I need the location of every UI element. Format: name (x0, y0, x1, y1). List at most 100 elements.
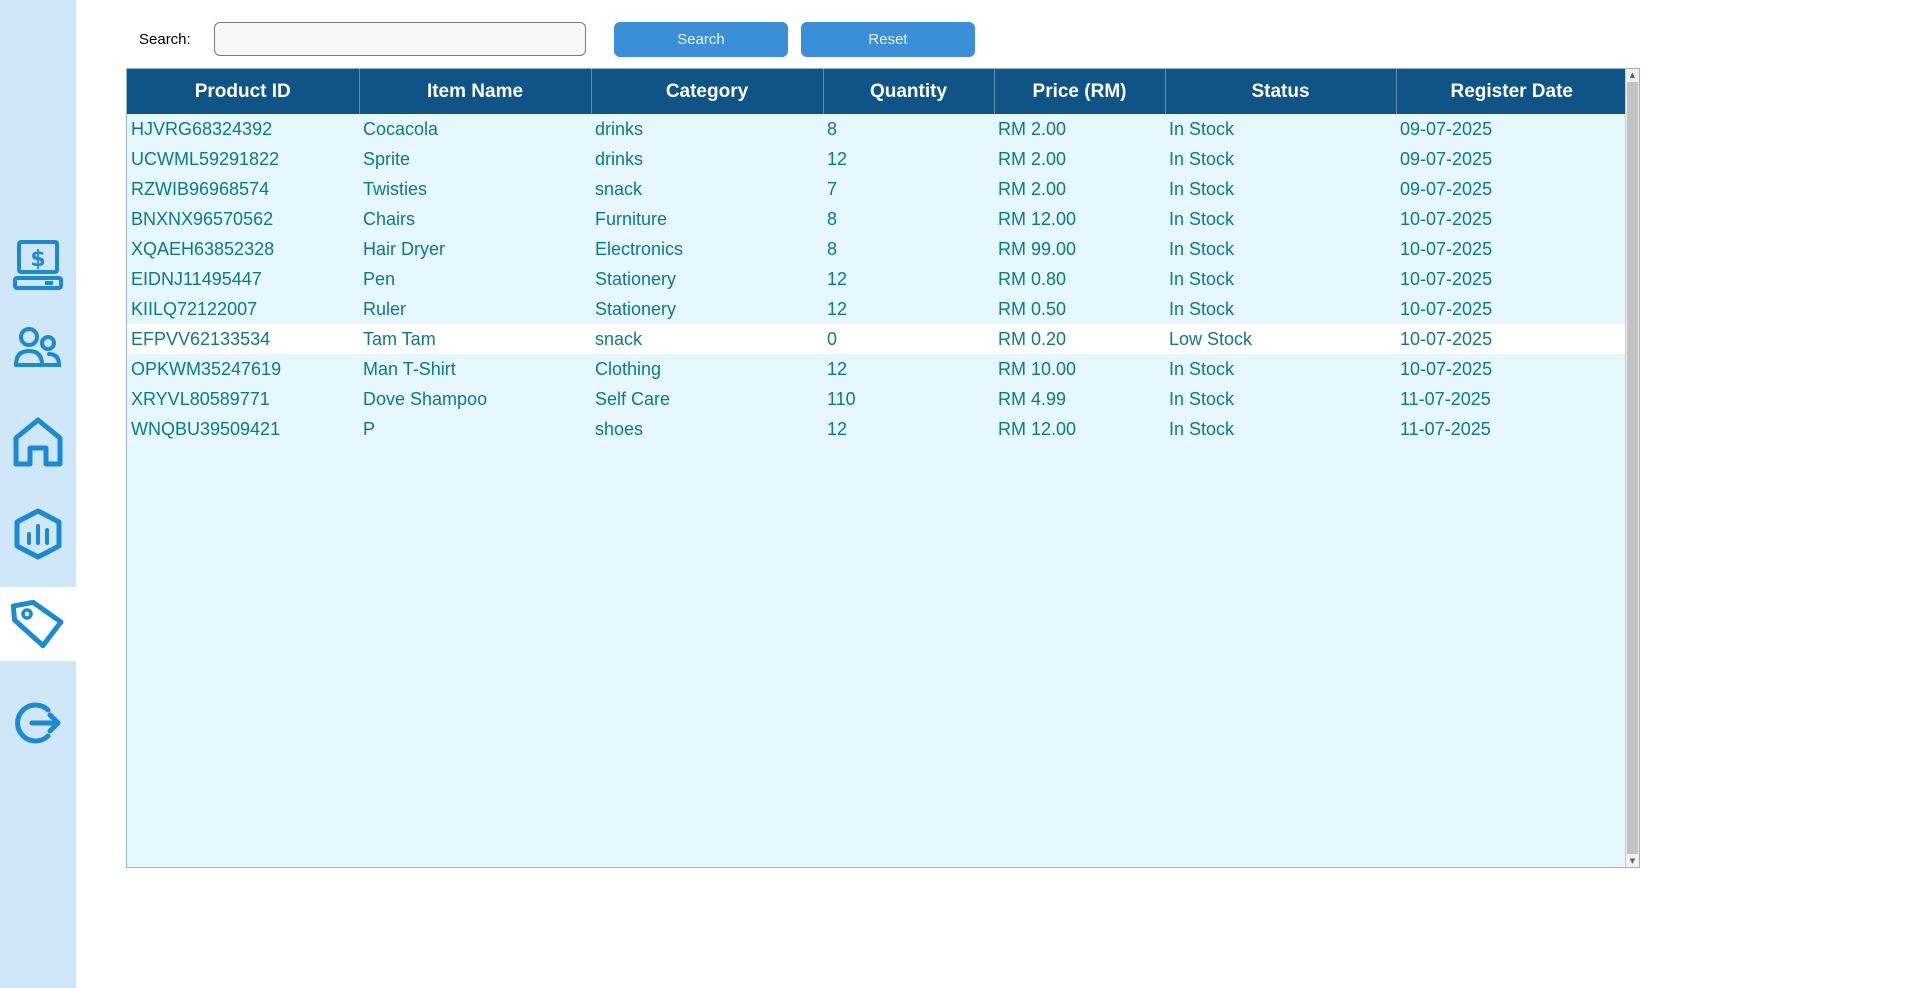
table-row[interactable]: KIILQ72122007 Ruler Stationery 12 RM 0.50 In … (127, 294, 1627, 324)
table-cell: 11-07-2025 (1400, 388, 1491, 409)
table-cell: EIDNJ11495447 (131, 268, 262, 289)
table-cell: In Stock (1169, 118, 1235, 139)
table-cell: drinks (595, 148, 644, 169)
nav-home[interactable] (0, 405, 76, 479)
table-cell: Low Stock (1165, 324, 1396, 354)
table-cell: Chairs (363, 208, 416, 229)
table-cell: RM 2.00 (998, 118, 1067, 139)
table-cell: 10-07-2025 (1396, 324, 1627, 354)
column-header[interactable]: Quantity (823, 69, 995, 114)
table-cell: In Stock (1169, 358, 1235, 379)
table-row[interactable]: RZWIB96968574 Twisties snack 7 RM 2.00 In Sto… (127, 174, 1627, 204)
table-cell: 12 (827, 418, 848, 439)
table-cell: Cocacola (363, 118, 439, 139)
table-cell: Man T-Shirt (363, 358, 456, 379)
table-cell: RZWIB96968574 (131, 178, 270, 199)
nav-reports[interactable] (0, 497, 76, 571)
nav-cashier[interactable]: $ (0, 229, 76, 303)
table-header: Product ID Item Name Category Quantity Price… (127, 69, 1627, 114)
table-cell: EFPVV62133534 (127, 324, 359, 354)
table-cell: RM 12.00 (998, 418, 1077, 439)
search-input[interactable] (214, 22, 586, 56)
table-cell: 12 (827, 358, 848, 379)
product-tag-icon (11, 600, 65, 648)
table-cell: RM 4.99 (998, 388, 1067, 409)
table-row[interactable]: XRYVL80589771 Dove Shampoo Self Care 110 RM … (127, 384, 1627, 414)
table-cell: In Stock (1169, 208, 1235, 229)
table-cell: 09-07-2025 (1400, 118, 1493, 139)
table-cell: RM 0.80 (998, 268, 1067, 289)
table-row[interactable]: EFPVV62133534 Tam Tam snack 0 RM 0.20 Low Sto… (127, 324, 1627, 354)
table-cell: Twisties (363, 178, 428, 199)
cashier-icon: $ (13, 240, 63, 292)
table-cell: 8 (827, 118, 838, 139)
table-cell: P (363, 418, 376, 439)
search-label: Search: (139, 31, 191, 48)
table-cell: Self Care (595, 388, 671, 409)
reset-button[interactable]: Reset (801, 22, 975, 57)
column-header[interactable]: Category (591, 69, 824, 114)
table-cell: 10-07-2025 (1400, 358, 1493, 379)
table-cell: Ruler (363, 298, 407, 319)
table-cell: 0 (823, 324, 994, 354)
table-cell: RM 99.00 (998, 238, 1077, 259)
table-body: HJVRG68324392 Cocacola drinks 8 RM 2.00 In St… (127, 114, 1627, 444)
table-cell: HJVRG68324392 (131, 118, 273, 139)
table-cell: RM 0.50 (998, 298, 1067, 319)
table-cell: snack (595, 178, 643, 199)
nav-products[interactable] (0, 587, 76, 661)
table-cell: 10-07-2025 (1400, 298, 1493, 319)
table-row[interactable]: XQAEH63852328 Hair Dryer Electronics 8 RM 99… (127, 234, 1627, 264)
table-cell: UCWML59291822 (131, 148, 280, 169)
table-cell: Electronics (595, 238, 684, 259)
table-cell: Stationery (595, 298, 677, 319)
table-cell: In Stock (1169, 148, 1235, 169)
table-cell: Hair Dryer (363, 238, 446, 259)
table-row[interactable]: UCWML59291822 Sprite drinks 12 RM 2.00 In Sto… (127, 144, 1627, 174)
nav-users[interactable] (0, 310, 76, 384)
table-cell: Stationery (595, 268, 677, 289)
table-cell: Dove Shampoo (363, 388, 488, 409)
table-cell: RM 2.00 (998, 178, 1067, 199)
report-chart-icon (12, 508, 64, 560)
table-cell: 110 (827, 388, 856, 409)
search-button[interactable]: Search (614, 22, 788, 57)
table-cell: 8 (827, 238, 838, 259)
product-grid: Product ID Item Name Category Quantity Price… (127, 69, 1627, 444)
table-cell: 09-07-2025 (1400, 148, 1493, 169)
table-cell: Furniture (595, 208, 668, 229)
table-cell: 12 (827, 148, 848, 169)
table-cell: 09-07-2025 (1400, 178, 1493, 199)
table-cell: snack (591, 324, 823, 354)
table-row[interactable]: WNQBU39509421 Pshoes 12 RM 12.00 In Stock 11-… (127, 414, 1627, 444)
svg-text:$: $ (30, 247, 45, 272)
table-cell: shoes (595, 418, 644, 439)
table-cell: RM 2.00 (998, 148, 1067, 169)
users-icon (13, 325, 63, 369)
scroll-up-arrow-icon[interactable]: ▲ (1626, 69, 1639, 81)
column-header[interactable]: Product ID (127, 69, 360, 114)
scroll-thumb[interactable] (1627, 82, 1638, 854)
table-cell: In Stock (1169, 268, 1235, 289)
table-cell: 12 (827, 268, 848, 289)
nav-logout[interactable] (0, 686, 76, 760)
table-row[interactable]: HJVRG68324392 Cocacola drinks 8 RM 2.00 In St… (127, 114, 1627, 144)
column-header[interactable]: Item Name (359, 69, 592, 114)
table-cell: In Stock (1169, 388, 1235, 409)
table-cell: OPKWM35247619 (131, 358, 282, 379)
column-header[interactable]: Register Date (1396, 69, 1627, 114)
table-cell: Tam Tam (359, 324, 591, 354)
table-row[interactable]: OPKWM35247619 Man T-Shirt Clothing 12 RM 10.… (127, 354, 1627, 384)
table-cell: BNXNX96570562 (131, 208, 274, 229)
table-scrollbar[interactable]: ▲ ▼ (1625, 69, 1639, 867)
column-header[interactable]: Status (1165, 69, 1397, 114)
home-icon (12, 416, 64, 468)
scroll-down-arrow-icon[interactable]: ▼ (1626, 855, 1639, 867)
column-header[interactable]: Price (RM) (994, 69, 1166, 114)
table-cell: 10-07-2025 (1400, 268, 1493, 289)
table-row[interactable]: EIDNJ11495447 Pen Stationery 12 RM 0.80 In St… (127, 264, 1627, 294)
logout-icon (12, 698, 64, 748)
table-row[interactable]: BNXNX96570562 Chairs Furniture 8 RM 12.00 In … (127, 204, 1627, 234)
table-cell: Pen (363, 268, 396, 289)
table-cell: 12 (827, 298, 848, 319)
